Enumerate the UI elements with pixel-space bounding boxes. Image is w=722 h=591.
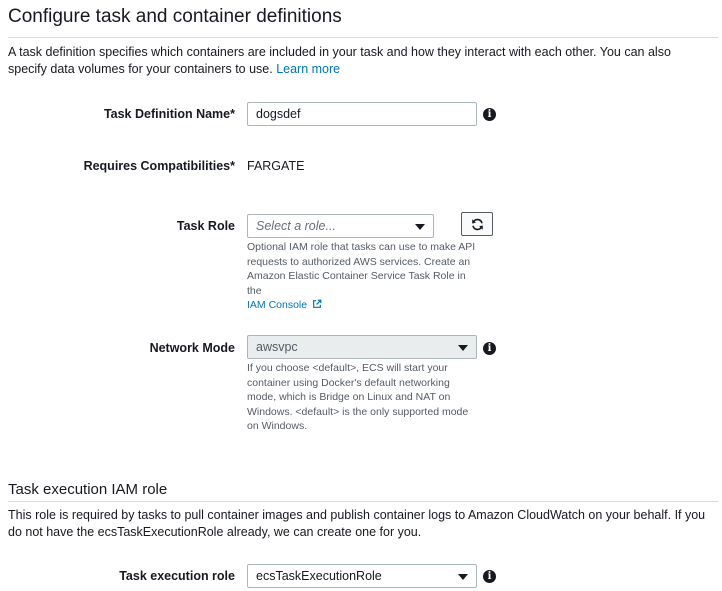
iam-console-link[interactable]: IAM Console [247,299,322,311]
section-title: Task execution IAM role [8,481,168,498]
chevron-down-icon [458,345,468,351]
iam-console-link-label: IAM Console [247,299,308,311]
section-title: Configure task and container definitions [8,6,342,27]
task-role-label: Task Role [176,219,235,233]
section-description: This role is required by tasks to pull c… [8,508,706,539]
chevron-down-icon [415,224,425,230]
network-mode-help: If you choose <default>, ECS will start … [247,362,469,432]
network-mode-info-icon[interactable]: i [483,342,496,355]
task-definition-name-label: Task Definition Name* [103,107,235,121]
task-definition-name-input[interactable] [247,102,477,126]
external-link-icon [313,299,322,308]
divider [8,501,718,502]
task-execution-role-info-icon[interactable]: i [483,570,496,583]
network-mode-label: Network Mode [149,341,235,355]
refresh-roles-button[interactable] [461,212,493,236]
requires-compatibilities-value: FARGATE [247,159,305,173]
task-role-placeholder: Select a role... [256,219,336,233]
task-role-help: Optional IAM role that tasks can use to … [247,240,479,313]
task-execution-role-label: Task execution role [119,569,235,583]
network-mode-select[interactable]: awsvpc [247,335,477,359]
requires-compatibilities-label: Requires Compatibilities* [83,159,235,173]
refresh-icon [471,218,483,230]
divider [8,37,718,38]
task-role-help-text: Optional IAM role that tasks can use to … [247,241,476,297]
task-definition-name-info-icon[interactable]: i [483,108,496,121]
learn-more-link[interactable]: Learn more [276,62,340,76]
network-mode-value: awsvpc [256,340,298,354]
task-execution-role-value: ecsTaskExecutionRole [256,569,382,583]
task-role-select[interactable]: Select a role... [247,214,434,238]
task-execution-role-select[interactable]: ecsTaskExecutionRole [247,564,477,588]
section-description: A task definition specifies which contai… [8,44,713,78]
chevron-down-icon [458,574,468,580]
